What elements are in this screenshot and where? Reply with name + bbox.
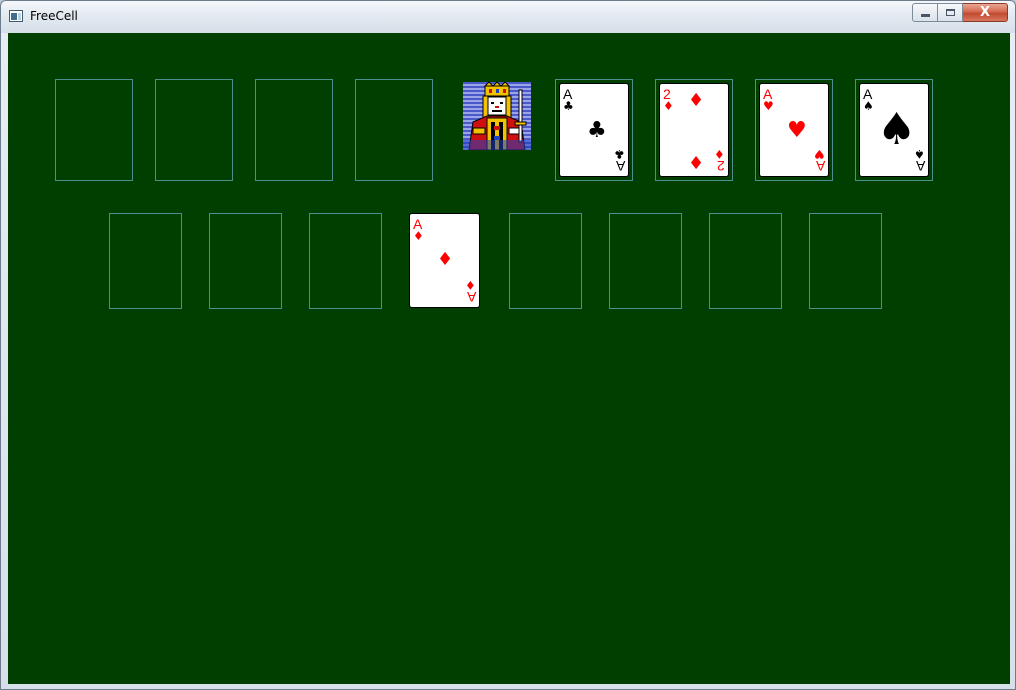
cascade-3[interactable]	[309, 213, 382, 309]
cascade-7[interactable]	[709, 213, 782, 309]
foundation-4[interactable]: A ♠ ♠ ♠ A	[855, 79, 933, 181]
cascade-4-card-ace-of-diamonds[interactable]: A ♦ ♦ ♦ A	[409, 213, 480, 308]
club-icon: ♣	[587, 118, 607, 143]
foundation-3[interactable]: A ♥ ♥ ♥ A	[755, 79, 833, 181]
diamond-icon: ♦	[688, 90, 705, 111]
card-rank: 2	[717, 158, 725, 174]
maximize-button[interactable]	[938, 3, 963, 22]
card-rank: A	[615, 158, 625, 174]
close-button[interactable]: X	[963, 3, 1008, 22]
freecell-app-icon[interactable]	[9, 10, 23, 22]
title-bar[interactable]: FreeCell X	[1, 1, 1015, 33]
cascade-8[interactable]	[809, 213, 882, 309]
minimize-icon	[920, 14, 930, 17]
foundation-1[interactable]: A ♣ ♣ ♣ A	[555, 79, 633, 181]
minimize-button[interactable]	[912, 3, 938, 22]
diamond-icon: ♦	[688, 151, 705, 172]
foundation-2[interactable]: 2 ♦ ♦ ♦ ♦ 2	[655, 79, 733, 181]
free-cell-3[interactable]	[255, 79, 333, 181]
spade-icon: ♠	[863, 99, 874, 113]
heart-icon: ♥	[787, 118, 807, 143]
diamond-icon: ♦	[413, 229, 424, 243]
diamond-icon: ♦	[437, 249, 454, 270]
foundation-card-two-of-diamonds[interactable]: 2 ♦ ♦ ♦ ♦ 2	[659, 83, 729, 177]
foundation-card-ace-of-hearts[interactable]: A ♥ ♥ ♥ A	[759, 83, 829, 177]
card-rank: A	[466, 289, 476, 305]
cascade-6[interactable]	[609, 213, 682, 309]
close-icon: X	[979, 5, 991, 20]
caption-buttons: X	[912, 3, 1008, 22]
card-rank: A	[915, 158, 925, 174]
foundation-card-ace-of-spades[interactable]: A ♠ ♠ ♠ A	[859, 83, 929, 177]
cascade-1[interactable]	[109, 213, 182, 309]
game-table[interactable]: A ♣ ♣ ♣ A 2 ♦ ♦ ♦ ♦ 2 A ♥ ♥ ♥ A A ♠ ♠ ♠ …	[8, 33, 1010, 684]
card-rank: A	[815, 158, 825, 174]
maximize-icon	[945, 9, 955, 16]
freecell-window: FreeCell X A ♣ ♣ ♣ A 2 ♦ ♦ ♦ ♦ 2 A ♥ ♥ ♥…	[0, 0, 1016, 690]
foundation-card-ace-of-clubs[interactable]: A ♣ ♣ ♣ A	[559, 83, 629, 177]
window-title: FreeCell	[30, 9, 78, 23]
heart-icon: ♥	[763, 99, 774, 113]
free-cell-2[interactable]	[155, 79, 233, 181]
king-of-hearts-icon	[463, 82, 531, 150]
club-icon: ♣	[563, 99, 574, 113]
free-cell-4[interactable]	[355, 79, 433, 181]
diamond-icon: ♦	[663, 99, 674, 113]
spade-icon: ♠	[877, 104, 917, 155]
free-cell-1[interactable]	[55, 79, 133, 181]
cascade-2[interactable]	[209, 213, 282, 309]
cascade-5[interactable]	[509, 213, 582, 309]
